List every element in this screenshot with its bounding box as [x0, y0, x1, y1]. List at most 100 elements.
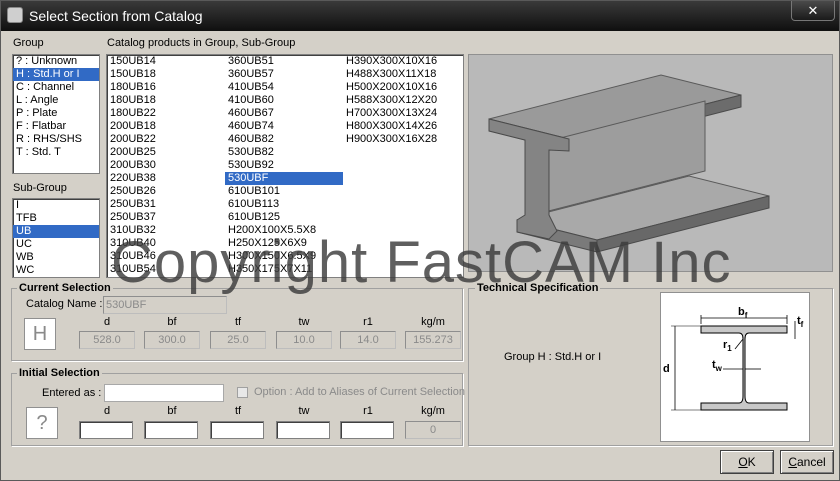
catalog-name-field[interactable]: 530UBF	[103, 296, 227, 314]
group-item[interactable]: H : Std.H or I	[13, 68, 99, 81]
catalog-item[interactable]: 220UB38	[107, 172, 225, 185]
catalog-item[interactable]: 150UB18	[107, 68, 225, 81]
column-header-kgm: kg/m	[421, 405, 445, 417]
catalog-item[interactable]: 610UB113	[225, 198, 343, 211]
add-alias-checkbox[interactable]	[237, 387, 248, 398]
group-item[interactable]: T : Std. T	[13, 146, 99, 159]
value-field-tf[interactable]	[210, 421, 264, 439]
catalog-item[interactable]: 460UB67	[225, 107, 343, 120]
catalog-item[interactable]: H500X200X10X16	[343, 81, 463, 94]
group-item[interactable]: C : Channel	[13, 81, 99, 94]
group-item[interactable]: ? : Unknown	[13, 55, 99, 68]
value-field-bf[interactable]	[144, 421, 198, 439]
initial-group-glyph: ?	[26, 407, 58, 439]
catalog-item[interactable]: 530UB82	[225, 146, 343, 159]
column-header-bf: bf	[167, 405, 177, 417]
catalog-item[interactable]: H900X300X16X28	[343, 133, 463, 146]
catalog-item[interactable]: 360UB51	[225, 55, 343, 68]
catalog-item[interactable]: 460UB74	[225, 120, 343, 133]
subgroup-item[interactable]: UC	[13, 238, 99, 251]
tf-label: tf	[797, 315, 804, 330]
catalog-item[interactable]: 610UB101	[225, 185, 343, 198]
catalog-item[interactable]: H488X300X11X18	[343, 68, 463, 81]
catalog-item[interactable]: 150UB14	[107, 55, 225, 68]
group-label: Group	[13, 37, 44, 49]
cancel-button[interactable]: Cancel	[780, 450, 834, 474]
section-3d-preview	[468, 54, 833, 272]
value-field-tw[interactable]	[276, 421, 330, 439]
catalog-item[interactable]: 250UB37	[107, 211, 225, 224]
catalog-item[interactable]: H800X300X14X26	[343, 120, 463, 133]
value-field-kgm[interactable]: 155.273	[405, 331, 461, 349]
window-title: Select Section from Catalog	[29, 8, 203, 24]
catalog-item[interactable]: 360UB57	[225, 68, 343, 81]
value-field-d[interactable]	[79, 421, 133, 439]
catalog-item[interactable]: 180UB18	[107, 94, 225, 107]
catalog-item[interactable]: 610UB125	[225, 211, 343, 224]
catalog-item[interactable]: 250UB26	[107, 185, 225, 198]
column-header-tf: tf	[234, 316, 242, 328]
catalog-item[interactable]: 200UB25	[107, 146, 225, 159]
catalog-item[interactable]: H588X300X12X20	[343, 94, 463, 107]
value-field-r1[interactable]: 14.0	[340, 331, 396, 349]
initial-selection-title: Initial Selection	[17, 367, 102, 379]
catalog-item[interactable]: 180UB16	[107, 81, 225, 94]
current-selection-title: Current Selection	[17, 282, 113, 294]
value-field-tw[interactable]: 10.0	[276, 331, 332, 349]
catalog-item[interactable]: 200UB18	[107, 120, 225, 133]
catalog-item[interactable]: 180UB22	[107, 107, 225, 120]
catalog-item[interactable]: H350X175X7X11	[225, 263, 343, 276]
catalog-item[interactable]: 310UB54	[107, 263, 225, 276]
catalog-item[interactable]: 530UBF	[225, 172, 343, 185]
group-item[interactable]: R : RHS/SHS	[13, 133, 99, 146]
catalog-item[interactable]: H250X125X6X9	[225, 237, 343, 250]
catalog-item[interactable]: 310UB46	[107, 250, 225, 263]
column-header-r1: r1	[363, 316, 373, 328]
catalog-item[interactable]: 530UB92	[225, 159, 343, 172]
dialog-window: Select Section from Catalog ✕ Group ? : …	[0, 0, 840, 481]
column-header-d: d	[103, 405, 111, 417]
catalog-item[interactable]: 410UB54	[225, 81, 343, 94]
group-item[interactable]: L : Angle	[13, 94, 99, 107]
subgroup-item[interactable]: UB	[13, 225, 99, 238]
title-bar[interactable]: Select Section from Catalog ✕	[1, 1, 839, 31]
catalog-item[interactable]: 310UB40	[107, 237, 225, 250]
group-description: Group H : Std.H or I	[504, 351, 602, 363]
close-button[interactable]: ✕	[791, 1, 835, 21]
entered-as-input[interactable]	[104, 384, 224, 402]
catalog-item[interactable]: 200UB30	[107, 159, 225, 172]
group-item[interactable]: F : Flatbar	[13, 120, 99, 133]
subgroup-item[interactable]: I	[13, 199, 99, 212]
catalog-item[interactable]: 200UB22	[107, 133, 225, 146]
column-header-tw: tw	[298, 405, 310, 417]
subgroup-item[interactable]: TFB	[13, 212, 99, 225]
catalog-item[interactable]: H700X300X13X24	[343, 107, 463, 120]
subgroup-item[interactable]: WB	[13, 251, 99, 264]
catalog-list[interactable]: 150UB14 150UB18 180UB16 180UB18 180UB22 200UB…	[106, 54, 464, 278]
catalog-name-label: Catalog Name :	[26, 298, 103, 310]
subgroup-list[interactable]: I TFB UB UC WB WC	[12, 198, 100, 278]
catalog-item[interactable]: 410UB60	[225, 94, 343, 107]
value-field-kgm[interactable]: 0	[405, 421, 461, 439]
bf-label: bf	[738, 306, 748, 321]
r1-label: r1	[723, 339, 732, 354]
catalog-item[interactable]: H390X300X10X16	[343, 55, 463, 68]
catalog-item[interactable]: 310UB32	[107, 224, 225, 237]
catalog-item[interactable]: 250UB31	[107, 198, 225, 211]
app-icon	[7, 7, 23, 23]
technical-spec-title: Technical Specification	[475, 282, 601, 294]
value-field-bf[interactable]: 300.0	[144, 331, 200, 349]
entered-as-label: Entered as :	[42, 387, 102, 399]
subgroup-item[interactable]: WC	[13, 264, 99, 277]
value-field-tf[interactable]: 25.0	[210, 331, 266, 349]
value-field-r1[interactable]	[340, 421, 394, 439]
catalog-item[interactable]: 460UB82	[225, 133, 343, 146]
value-field-d[interactable]: 528.0	[79, 331, 135, 349]
group-item[interactable]: P : Plate	[13, 107, 99, 120]
catalog-item[interactable]: H200X100X5.5X8	[225, 224, 343, 237]
ok-button[interactable]: OK	[720, 450, 774, 474]
catalog-item[interactable]: H300X150X6.5X9	[225, 250, 343, 263]
column-header-kgm: kg/m	[421, 316, 445, 328]
current-group-glyph: H	[24, 318, 56, 350]
group-list[interactable]: ? : Unknown H : Std.H or IC : Channel L : …	[12, 54, 100, 174]
